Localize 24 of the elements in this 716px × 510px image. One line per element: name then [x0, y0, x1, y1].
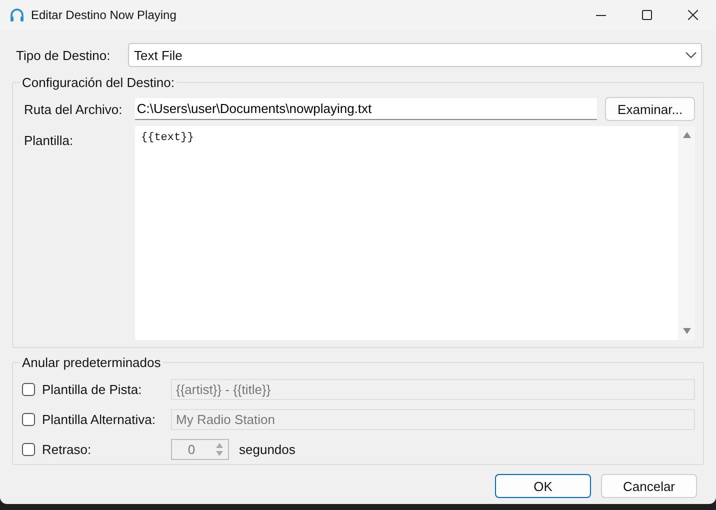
browse-button[interactable]: Examinar... [605, 97, 695, 121]
ok-button[interactable]: OK [495, 474, 591, 498]
group-title: Configuración del Destino: [20, 75, 176, 90]
scroll-down-icon [682, 328, 690, 334]
headphones-icon [9, 7, 25, 23]
path-field[interactable]: C:\Users\user\Documents\nowplaying.txt [134, 98, 598, 120]
field-label: Tipo de Destino: [15, 48, 112, 62]
spin-down-icon [216, 450, 223, 456]
unit-label: segundos [239, 442, 296, 456]
scroll-up-icon [682, 132, 690, 138]
cancel-button[interactable]: Cancelar [601, 474, 697, 498]
close-icon [688, 10, 698, 20]
chevron-down-icon [685, 51, 697, 59]
field-label: Plantilla: [24, 132, 74, 150]
field-label: Ruta del Archivo: [24, 102, 124, 116]
checkbox-label: Plantilla Alternativa: [42, 412, 156, 426]
checkbox-label: Retraso: [42, 442, 92, 456]
maximize-icon [642, 10, 652, 20]
window-title: Editar Destino Now Playing [31, 8, 176, 22]
scrollbar[interactable] [678, 126, 695, 340]
type-dropdown[interactable]: Text File [128, 43, 702, 67]
spin-up-icon [216, 442, 223, 448]
group-title: Anular predeterminados [20, 355, 163, 370]
checkbox-label: Plantilla de Pista: [42, 382, 143, 396]
